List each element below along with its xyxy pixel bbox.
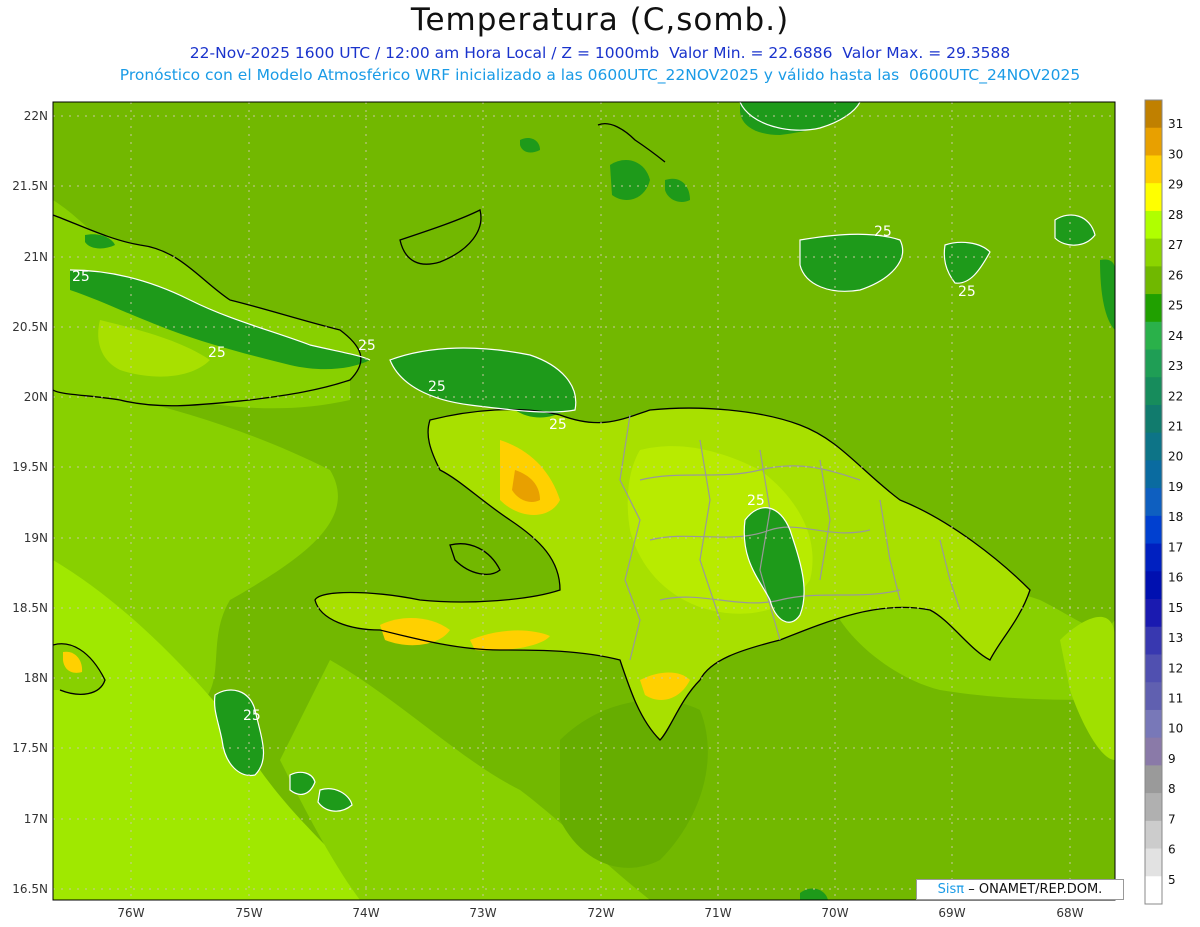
legend-label: 20 (1168, 450, 1183, 464)
legend-swatch (1145, 876, 1162, 905)
legend-label: 26 (1168, 268, 1183, 282)
lon-tick: 70W (821, 906, 848, 920)
legend-label: 27 (1168, 238, 1183, 252)
legend-swatch (1145, 654, 1162, 683)
legend-label: 5 (1168, 873, 1176, 887)
legend-label: 15 (1168, 601, 1183, 615)
legend-label: 12 (1168, 661, 1183, 675)
legend-swatch (1145, 571, 1162, 600)
lon-tick: 72W (587, 906, 614, 920)
lat-tick: 20N (24, 390, 48, 404)
lat-tick: 22N (24, 109, 48, 123)
credit-box: Sisπ – ONAMET/REP.DOM. (916, 879, 1124, 900)
contour-label: 25 (243, 708, 261, 724)
lon-tick: 75W (235, 906, 262, 920)
lon-tick: 69W (938, 906, 965, 920)
contour-label: 25 (428, 379, 446, 395)
lon-tick: 68W (1056, 906, 1083, 920)
legend-label: 11 (1168, 692, 1183, 706)
legend-label: 19 (1168, 480, 1183, 494)
contour-label: 25 (958, 284, 976, 300)
contour-label: 25 (72, 269, 90, 285)
lat-tick: 21N (24, 250, 48, 264)
legend-swatch (1145, 820, 1162, 850)
legend-label: 7 (1168, 812, 1176, 826)
legend-swatch (1145, 626, 1162, 655)
contour-label: 25 (874, 224, 892, 240)
legend-swatch (1145, 127, 1162, 156)
legend-swatch (1145, 709, 1162, 739)
legend-swatch (1145, 765, 1162, 794)
legend-label: 30 (1168, 147, 1183, 161)
lon-tick: 76W (117, 906, 144, 920)
legend-label: 9 (1168, 752, 1176, 766)
contour-label: 25 (208, 345, 226, 361)
legend-label: 17 (1168, 540, 1183, 554)
contour-label: 25 (358, 338, 376, 354)
lat-tick: 16.5N (12, 882, 48, 896)
lat-tick: 18N (24, 671, 48, 685)
legend-label: 18 (1168, 510, 1183, 524)
legend-swatch (1145, 737, 1162, 766)
legend-swatch (1145, 377, 1162, 406)
legend-swatch (1145, 183, 1162, 212)
color-legend: 31 30 29 28 27 26 25 24 23 22 21 20 19 18 17 16 15 13 12 11… (1144, 99, 1183, 905)
legend-swatch (1145, 460, 1162, 489)
lon-tick: 74W (352, 906, 379, 920)
contour-label: 25 (549, 417, 567, 433)
lon-tick: 71W (704, 906, 731, 920)
lat-tick: 17.5N (12, 741, 48, 755)
legend-label: 24 (1168, 329, 1183, 343)
lat-tick: 19.5N (12, 460, 48, 474)
sispi-logo: Sisπ (937, 882, 965, 897)
legend-label: 13 (1168, 631, 1183, 645)
legend-label: 31 (1168, 117, 1183, 131)
legend-swatch (1145, 682, 1162, 711)
legend-label: 6 (1168, 843, 1176, 857)
legend-label: 29 (1168, 178, 1183, 192)
legend-swatch (1145, 488, 1162, 517)
legend-swatch (1145, 599, 1162, 628)
lat-tick: 21.5N (12, 179, 48, 193)
lon-axis: 76W 75W 74W 73W 72W 71W 70W 69W 68W (117, 906, 1083, 920)
legend-swatch (1145, 349, 1162, 378)
legend-swatch (1145, 155, 1162, 184)
legend-swatch (1145, 266, 1162, 295)
legend-swatch (1145, 100, 1162, 129)
legend-label: 22 (1168, 389, 1183, 403)
legend-swatch (1145, 543, 1162, 572)
lat-axis: 22N 21.5N 21N 20.5N 20N 19.5N 19N 18.5N … (12, 109, 48, 896)
lat-tick: 19N (24, 531, 48, 545)
lat-tick: 20.5N (12, 320, 48, 334)
legend-swatch (1145, 404, 1162, 434)
temperature-field: 25 25 25 25 25 25 25 25 25 (53, 102, 1115, 900)
legend-label: 8 (1168, 782, 1176, 796)
legend-swatch (1145, 848, 1162, 877)
legend-label: 25 (1168, 299, 1183, 313)
legend-label: 10 (1168, 722, 1183, 736)
credit-text: – ONAMET/REP.DOM. (968, 882, 1103, 897)
legend-swatch (1145, 515, 1162, 545)
legend-label: 16 (1168, 571, 1183, 585)
temperature-map: 25 25 25 25 25 25 25 25 25 22N 21.5N 21N… (12, 99, 1183, 920)
lat-tick: 18.5N (12, 601, 48, 615)
legend-label: 23 (1168, 359, 1183, 373)
legend-label: 28 (1168, 208, 1183, 222)
legend-swatch (1145, 238, 1162, 267)
legend-swatch (1145, 210, 1162, 240)
legend-swatch (1145, 793, 1162, 822)
lat-tick: 17N (24, 812, 48, 826)
lon-tick: 73W (469, 906, 496, 920)
legend-swatch (1145, 432, 1162, 461)
legend-label: 21 (1168, 419, 1183, 433)
legend-swatch (1145, 321, 1162, 351)
legend-swatch (1145, 294, 1162, 323)
contour-label: 25 (747, 493, 765, 509)
